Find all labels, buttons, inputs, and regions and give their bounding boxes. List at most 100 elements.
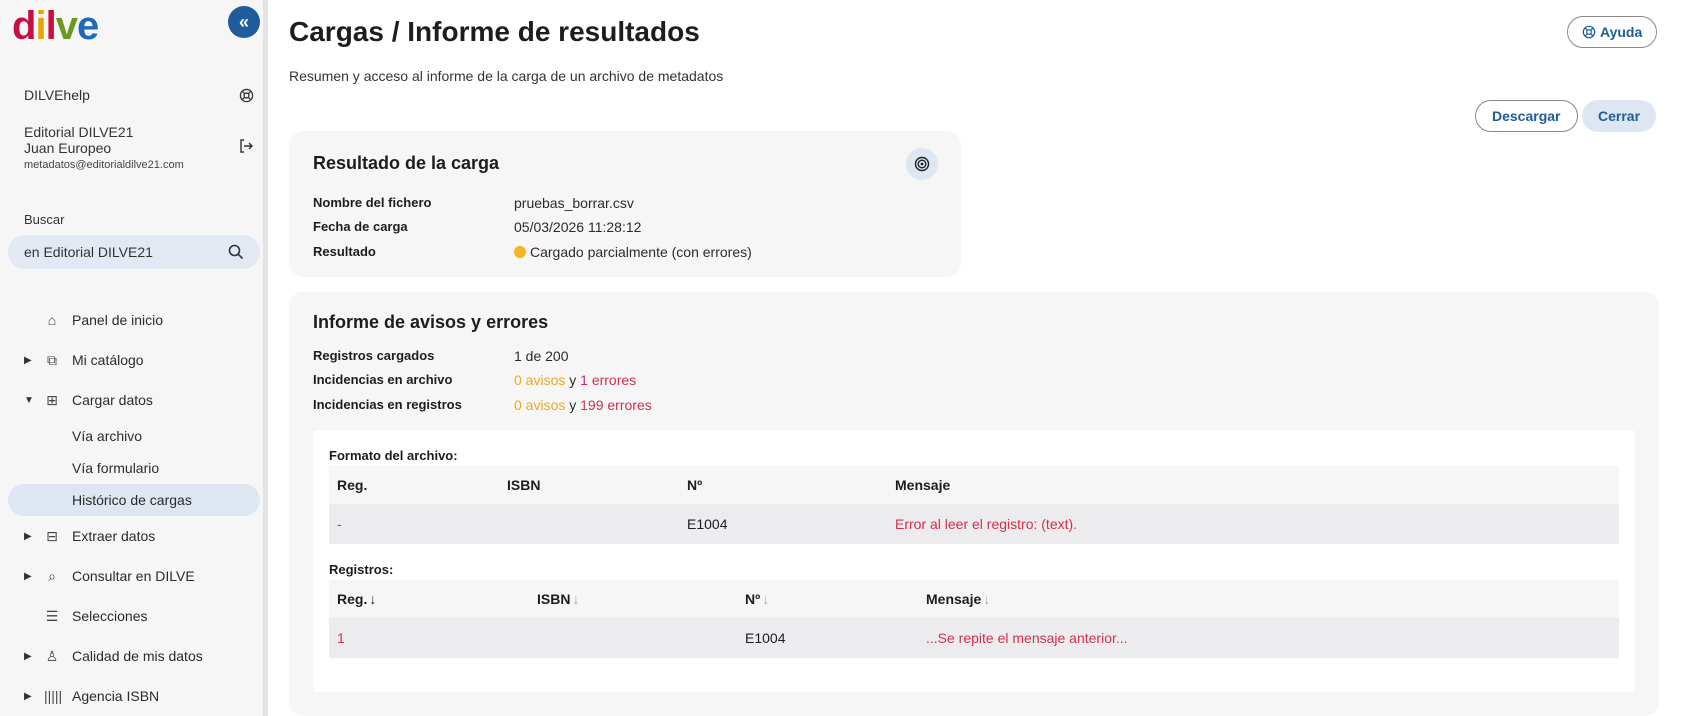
download-button[interactable]: Descargar <box>1475 100 1578 132</box>
sort-arrow-down-icon[interactable]: ↓ <box>762 591 769 607</box>
table-header: Reg. ↓ ISBN ↓ Nº ↓ Mensaje ↓ <box>329 580 1619 618</box>
record-errors-count[interactable]: 199 errores <box>580 397 652 413</box>
report-card-title: Informe de avisos y errores <box>313 312 549 332</box>
sidebar-item-selecciones[interactable]: ☰ Selecciones <box>8 596 260 636</box>
cell-num: E1004 <box>687 516 728 532</box>
column-header-num: Nº <box>687 477 703 493</box>
sidebar-item-label: Cargar datos <box>72 392 153 408</box>
file-format-section-title: Formato del archivo: <box>329 448 458 463</box>
sidebar-item-label: Vía formulario <box>72 460 160 476</box>
logo-letter: v <box>55 4 78 48</box>
page-title: Cargas / Informe de resultados <box>289 16 700 47</box>
sidebar-item-calidad[interactable]: ▶ ♙ Calidad de mis datos <box>8 636 260 676</box>
help-button-label: Ayuda <box>1600 24 1643 40</box>
column-header-num[interactable]: Nº ↓ <box>745 591 769 607</box>
record-warnings-count[interactable]: 0 avisos <box>514 397 565 413</box>
logout-icon[interactable] <box>238 138 254 159</box>
column-header-label: ISBN <box>537 591 571 607</box>
sidebar-item-consultar[interactable]: ▶ ⌕ Consultar en DILVE <box>8 556 260 596</box>
sidebar-item-label: Mi catálogo <box>72 352 144 368</box>
dilvehelp-link[interactable]: DILVEhelp <box>24 87 254 103</box>
result-card: Resultado de la carga Nombre del fichero… <box>289 131 961 277</box>
download-icon: ⊟ <box>46 527 58 544</box>
sidebar-item-label: Calidad de mis datos <box>72 648 203 664</box>
column-header-label: Nº <box>745 591 761 607</box>
dilve-logo[interactable]: dilve <box>12 4 99 49</box>
upload-icon: ⊞ <box>46 391 58 408</box>
result-row: Resultado Cargado parcialmente (con erro… <box>313 244 752 260</box>
file-format-table: Reg. ISBN Nº Mensaje - E1004 Error al le… <box>329 466 1619 544</box>
loaded-records-row: Registros cargados 1 de 200 <box>313 348 569 364</box>
cell-message: Error al leer el registro: (text). <box>895 516 1078 532</box>
sidebar-item-panel-inicio[interactable]: ⌂ Panel de inicio <box>8 300 260 340</box>
conjunction: y <box>569 397 577 413</box>
sort-arrow-down-icon[interactable]: ↓ <box>369 591 376 607</box>
search-box[interactable] <box>8 235 260 269</box>
help-button[interactable]: Ayuda <box>1567 16 1658 48</box>
column-header-message: Mensaje <box>895 477 951 493</box>
lifebuoy-icon <box>239 88 254 102</box>
target-icon[interactable] <box>906 148 938 180</box>
checklist-icon: ☰ <box>45 607 59 624</box>
sort-arrow-down-icon[interactable]: ↓ <box>572 591 579 607</box>
column-header-message[interactable]: Mensaje ↓ <box>926 591 990 607</box>
search-icon: ⌕ <box>48 567 56 584</box>
sidebar: dilve « DILVEhelp Editorial DILVE21 Juan… <box>0 0 268 716</box>
column-header-isbn[interactable]: ISBN ↓ <box>537 591 579 607</box>
result-status-text: Cargado parcialmente (con errores) <box>530 244 752 260</box>
upload-date-row: Fecha de carga 05/03/2026 11:28:12 <box>313 219 641 235</box>
logo-letter: l <box>45 4 57 48</box>
user-name: Juan Europeo <box>24 140 112 156</box>
file-issues-label: Incidencias en archivo <box>313 372 453 387</box>
column-header-reg: Reg. <box>337 477 368 493</box>
cell-message: ...Se repite el mensaje anterior... <box>926 630 1128 646</box>
file-warnings-count[interactable]: 0 avisos <box>514 372 565 388</box>
column-header-reg[interactable]: Reg. ↓ <box>337 591 376 607</box>
award-icon: ♙ <box>45 647 59 664</box>
organization-name: Editorial DILVE21 <box>24 124 134 140</box>
file-name-row: Nombre del fichero pruebas_borrar.csv <box>313 195 634 211</box>
sidebar-item-via-archivo[interactable]: Vía archivo <box>8 420 260 452</box>
column-header-label: Reg. <box>337 591 368 607</box>
records-section-title: Registros: <box>329 562 394 577</box>
file-errors-count[interactable]: 1 errores <box>580 372 636 388</box>
logo-letter: e <box>76 4 99 48</box>
expand-arrow-icon[interactable]: ▶ <box>24 571 32 582</box>
sort-arrow-down-icon[interactable]: ↓ <box>983 591 990 607</box>
result-value: Cargado parcialmente (con errores) <box>514 244 752 260</box>
sidebar-item-cargar-datos[interactable]: ▼ ⊞ Cargar datos <box>8 380 260 420</box>
sidebar-item-agencia-isbn[interactable]: ▶ ||||| Agencia ISBN <box>8 676 260 716</box>
expand-arrow-icon[interactable]: ▶ <box>24 691 32 702</box>
catalog-icon: ⧉ <box>47 351 57 368</box>
records-table: Reg. ↓ ISBN ↓ Nº ↓ Mensaje ↓ 1 E1004 ...Se r… <box>329 580 1619 658</box>
conjunction: y <box>569 372 577 388</box>
user-email: metadatos@editorialdilve21.com <box>24 159 184 171</box>
sidebar-item-mi-catalogo[interactable]: ▶ ⧉ Mi catálogo <box>8 340 260 380</box>
loaded-records-value: 1 de 200 <box>514 348 569 364</box>
expand-arrow-icon[interactable]: ▶ <box>24 355 32 366</box>
expand-arrow-icon[interactable]: ▶ <box>24 651 32 662</box>
collapse-sidebar-button[interactable]: « <box>228 6 260 38</box>
collapse-arrow-icon[interactable]: ▼ <box>24 395 34 406</box>
home-icon: ⌂ <box>47 312 57 328</box>
expand-arrow-icon[interactable]: ▶ <box>24 531 32 542</box>
sidebar-nav: ⌂ Panel de inicio ▶ ⧉ Mi catálogo ▼ ⊞ Ca… <box>8 300 260 716</box>
sidebar-item-label: Selecciones <box>72 608 148 624</box>
sidebar-item-extraer-datos[interactable]: ▶ ⊟ Extraer datos <box>8 516 260 556</box>
close-button[interactable]: Cerrar <box>1582 100 1657 132</box>
file-name-value: pruebas_borrar.csv <box>514 195 634 211</box>
sidebar-item-historico-cargas[interactable]: Histórico de cargas <box>8 484 260 516</box>
cell-num: E1004 <box>745 630 786 646</box>
search-icon[interactable] <box>228 244 244 260</box>
cell-reg: 1 <box>337 630 345 646</box>
report-card: Informe de avisos y errores Registros ca… <box>289 292 1659 716</box>
sidebar-item-via-formulario[interactable]: Vía formulario <box>8 452 260 484</box>
sidebar-item-label: Panel de inicio <box>72 312 164 328</box>
file-name-label: Nombre del fichero <box>313 195 432 210</box>
upload-date-value: 05/03/2026 11:28:12 <box>514 219 642 235</box>
logo-letter: d <box>12 4 36 48</box>
user-info: Editorial DILVE21 Juan Europeo metadatos… <box>24 124 254 171</box>
search-input[interactable] <box>24 244 214 260</box>
sidebar-item-label: Extraer datos <box>72 528 156 544</box>
issues-panel: Formato del archivo: Reg. ISBN Nº Mensaj… <box>313 430 1635 692</box>
